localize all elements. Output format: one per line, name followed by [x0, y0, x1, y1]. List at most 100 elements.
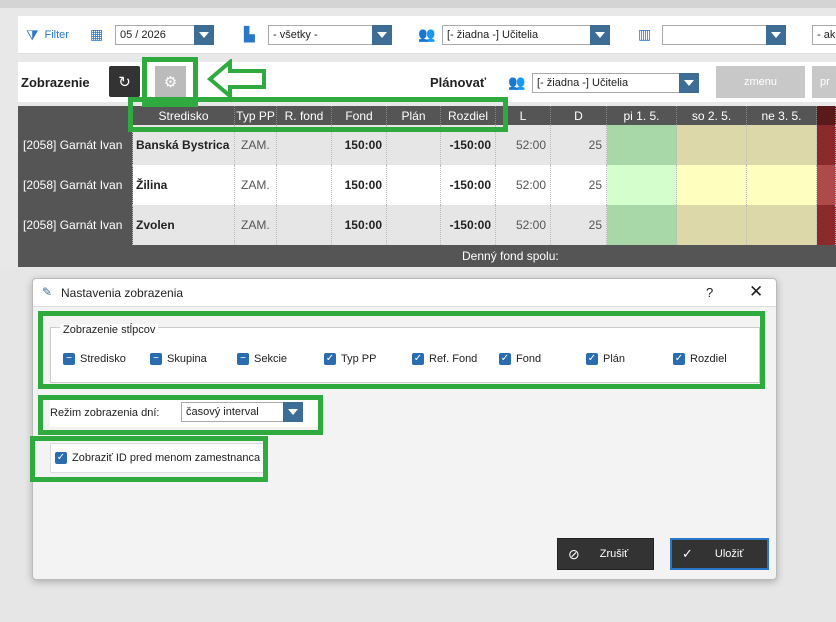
header-rozdiel[interactable]: Rozdiel: [441, 106, 496, 125]
checkbox-sekcie[interactable]: − Sekcie: [237, 353, 287, 365]
cell-l: 52:00: [496, 125, 551, 165]
checkbox-indeterminate-icon[interactable]: −: [150, 353, 162, 365]
header-day-2[interactable]: so 2. 5.: [677, 106, 747, 125]
chevron-down-icon[interactable]: [590, 25, 610, 45]
save-button[interactable]: ✓ Uložiť: [670, 538, 769, 570]
checkbox-label: Zobraziť ID pred menom zamestnanca: [72, 452, 261, 464]
building-icon: ▙: [244, 26, 255, 42]
users-icon: 👥: [508, 74, 526, 90]
refresh-button[interactable]: ↻: [109, 66, 140, 97]
table-row[interactable]: [2058] Garnát Ivan Žilina ZAM. 150:00 -1…: [18, 165, 836, 205]
cancel-button[interactable]: ⊘ Zrušiť: [557, 538, 654, 570]
settings-button[interactable]: ⚙: [155, 66, 186, 97]
checkbox-ref-fond[interactable]: ✓ Ref. Fond: [412, 353, 477, 365]
day-mode-label: Režim zobrazenia dní:: [50, 407, 160, 419]
cancel-icon: ⊘: [568, 545, 580, 562]
checkbox-fond[interactable]: ✓ Fond: [499, 353, 541, 365]
extra-select[interactable]: - ake: [812, 25, 836, 45]
cell-typ-pp: ZAM.: [235, 165, 277, 205]
day-cell[interactable]: [817, 165, 836, 205]
checkbox-stredisko[interactable]: − Stredisko: [63, 353, 126, 365]
checkbox-label: Ref. Fond: [429, 353, 478, 365]
teachers-select[interactable]: [- žiadna -] Učitelia: [442, 25, 610, 45]
day-cell[interactable]: [817, 125, 836, 165]
pr-button[interactable]: pr: [812, 66, 836, 98]
columns-group: Zobrazenie stĺpcov − Stredisko − Skupina −…: [50, 324, 760, 383]
header-stredisko[interactable]: Stredisko: [133, 106, 235, 125]
month-value: 05 / 2026: [120, 29, 166, 41]
cell-plan: [387, 205, 441, 245]
annotation-arrow-icon: [206, 59, 266, 99]
cell-d: 25: [551, 165, 607, 205]
cell-typ-pp: ZAM.: [235, 205, 277, 245]
day-cell[interactable]: [677, 205, 747, 245]
header-fond[interactable]: Fond: [332, 106, 387, 125]
month-select[interactable]: 05 / 2026: [115, 25, 214, 45]
checkbox-indeterminate-icon[interactable]: −: [63, 353, 75, 365]
header-day-3[interactable]: ne 3. 5.: [747, 106, 817, 125]
header-plan[interactable]: Plán: [387, 106, 441, 125]
day-cell[interactable]: [607, 125, 677, 165]
checkmark-icon[interactable]: ✓: [412, 353, 424, 365]
checkbox-label: Typ PP: [341, 353, 377, 365]
settings-icon: ✎: [42, 285, 53, 299]
cell-rozdiel: -150:00: [441, 165, 496, 205]
checkbox-label: Rozdiel: [690, 353, 727, 365]
checkbox-typ-pp[interactable]: ✓ Typ PP: [324, 353, 376, 365]
type-select[interactable]: - všetky -: [268, 25, 392, 45]
day-cell[interactable]: [747, 125, 817, 165]
view-toolbar: Zobrazenie ↻ ⚙ Plánovať 👥 [- žiadna -] U…: [18, 62, 836, 102]
chevron-down-icon[interactable]: [372, 25, 392, 45]
cell-stredisko: Banská Bystrica: [133, 125, 235, 165]
table-row[interactable]: [2058] Garnát Ivan Banská Bystrica ZAM. …: [18, 125, 836, 165]
header-typ-pp[interactable]: Typ PP: [235, 106, 277, 125]
cell-fond: 150:00: [332, 125, 387, 165]
chevron-down-icon[interactable]: [766, 25, 786, 45]
checkmark-icon[interactable]: ✓: [55, 452, 67, 464]
checkbox-show-id[interactable]: ✓ Zobraziť ID pred menom zamestnanca: [55, 452, 260, 464]
cell-l: 52:00: [496, 165, 551, 205]
checkmark-icon[interactable]: ✓: [324, 353, 336, 365]
day-mode-select[interactable]: časový interval: [181, 402, 303, 422]
day-cell[interactable]: [817, 205, 836, 245]
table-row[interactable]: [2058] Garnát Ivan Zvolen ZAM. 150:00 -1…: [18, 205, 836, 245]
chevron-down-icon[interactable]: [283, 402, 303, 422]
chevron-down-icon[interactable]: [679, 73, 699, 93]
checkmark-icon[interactable]: ✓: [586, 353, 598, 365]
day-cell[interactable]: [677, 125, 747, 165]
checkmark-icon[interactable]: ✓: [499, 353, 511, 365]
plan-teachers-select[interactable]: [- žiadna -] Učitelia: [532, 73, 699, 93]
columns-group-legend: Zobrazenie stĺpcov: [60, 324, 159, 336]
header-r-fond[interactable]: R. fond: [277, 106, 332, 125]
checkbox-plan[interactable]: ✓ Plán: [586, 353, 625, 365]
filter-button[interactable]: ⧩ Filter: [26, 16, 69, 54]
header-day-4[interactable]: [817, 106, 836, 125]
header-d[interactable]: D: [551, 106, 607, 125]
close-button[interactable]: ✕: [749, 282, 763, 302]
day-cell[interactable]: [607, 205, 677, 245]
gear-icon: ⚙: [163, 73, 178, 91]
day-cell[interactable]: [677, 165, 747, 205]
header-l[interactable]: L: [496, 106, 551, 125]
day-cell[interactable]: [607, 165, 677, 205]
header-day-1[interactable]: pi 1. 5.: [607, 106, 677, 125]
employee-name: [2058] Garnát Ivan: [18, 125, 133, 165]
checkmark-icon[interactable]: ✓: [673, 353, 685, 365]
checkbox-skupina[interactable]: − Skupina: [150, 353, 207, 365]
grid-footer: Denný fond spolu:: [18, 245, 836, 267]
day-cell[interactable]: [747, 165, 817, 205]
zmenu-button[interactable]: zmenu: [716, 66, 805, 98]
columns-icon: ▥: [638, 26, 652, 42]
checkbox-label: Stredisko: [80, 353, 126, 365]
employee-name: [2058] Garnát Ivan: [18, 165, 133, 205]
day-cell[interactable]: [747, 205, 817, 245]
chevron-down-icon[interactable]: [194, 25, 214, 45]
checkbox-label: Plán: [603, 353, 626, 365]
checkbox-rozdiel[interactable]: ✓ Rozdiel: [673, 353, 727, 365]
settings-dialog: ✎ Nastavenia zobrazenia ? ✕ Zobrazenie s…: [32, 278, 777, 580]
checkbox-indeterminate-icon[interactable]: −: [237, 353, 249, 365]
columns-select[interactable]: [662, 25, 786, 45]
help-button[interactable]: ?: [706, 285, 713, 300]
checkbox-label: Fond: [516, 353, 542, 365]
users-icon: 👥: [418, 26, 436, 42]
